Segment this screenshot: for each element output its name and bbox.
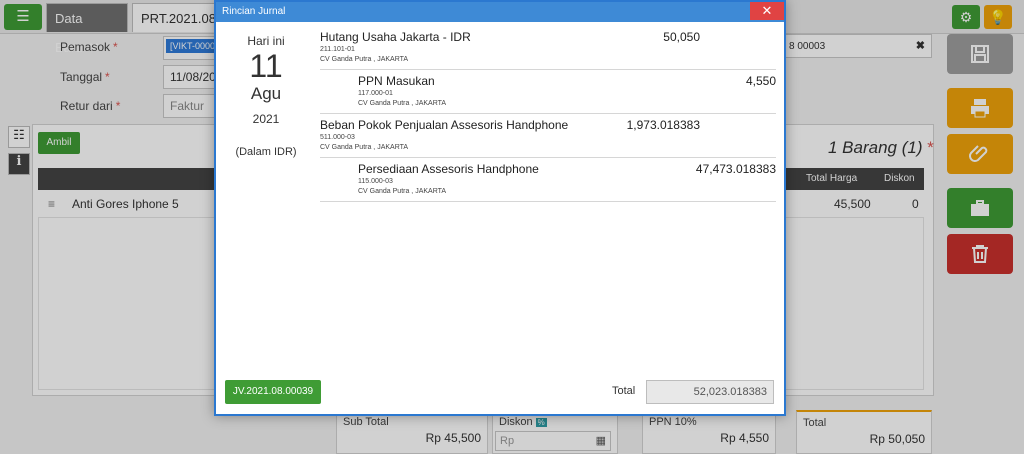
journal-entry: Persediaan Assesoris Handphone 115.000-0… (320, 158, 776, 202)
account-name: Persediaan Assesoris Handphone (358, 162, 539, 176)
year: 2021 (252, 112, 280, 126)
journal-total-label: Total (612, 385, 636, 397)
journal-voucher-button[interactable]: JV.2021.08.00039 (225, 380, 321, 404)
supplier-name: CV Ganda Putra , JAKARTA (320, 56, 409, 63)
account-name: PPN Masukan (358, 74, 435, 88)
account-code: 211.101-01 (320, 46, 355, 53)
supplier-name: CV Ganda Putra , JAKARTA (320, 144, 409, 151)
account-code: 115.000-03 (358, 178, 393, 185)
journal-entries: Hutang Usaha Jakarta - IDR 211.101-01 CV… (320, 26, 776, 202)
currency-note: (Dalam IDR) (235, 146, 297, 158)
account-code: 117.000-01 (358, 90, 393, 97)
account-name: Beban Pokok Penjualan Assesoris Handphon… (320, 118, 569, 132)
day-label: Hari ini (247, 34, 285, 48)
dialog-title: Rincian Jurnal (216, 2, 784, 22)
debit-amount: 50,050 (663, 30, 700, 44)
account-name: Hutang Usaha Jakarta - IDR (320, 30, 471, 44)
credit-amount: 47,473.018383 (695, 162, 776, 176)
supplier-name: CV Ganda Putra , JAKARTA (358, 188, 447, 195)
journal-detail-dialog: Rincian Jurnal ✕ Hari ini 11 Agu 2021 (D… (214, 0, 786, 416)
month-name: Agu (250, 84, 282, 103)
journal-entry: Hutang Usaha Jakarta - IDR 211.101-01 CV… (320, 26, 776, 70)
account-code: 511.000-03 (320, 134, 355, 141)
supplier-name: CV Ganda Putra , JAKARTA (358, 100, 447, 107)
credit-amount: 4,550 (745, 74, 776, 88)
close-button[interactable]: ✕ (750, 2, 784, 20)
journal-entry: Beban Pokok Penjualan Assesoris Handphon… (320, 114, 776, 158)
journal-total-value: 52,023.018383 (646, 380, 774, 404)
journal-date: Hari ini 11 Agu 2021 (Dalam IDR) (226, 32, 306, 158)
day-number: 11 (249, 48, 283, 84)
debit-amount: 1,973.018383 (626, 118, 700, 132)
journal-entry: PPN Masukan 117.000-01 CV Ganda Putra , … (320, 70, 776, 114)
